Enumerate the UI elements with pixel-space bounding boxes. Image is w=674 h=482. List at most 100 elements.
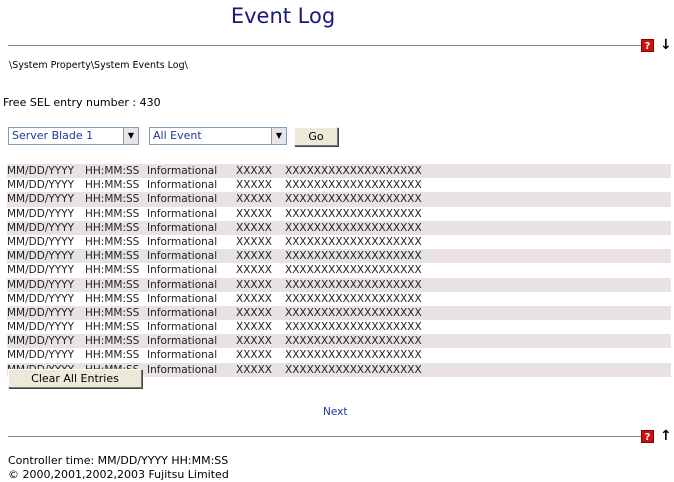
log-message: XXXXXXXXXXXXXXXXXXX — [285, 165, 422, 177]
log-message: XXXXXXXXXXXXXXXXXXX — [285, 221, 422, 234]
breadcrumb: \System Property\System Events Log\ — [9, 60, 188, 71]
log-severity: Informational — [147, 193, 218, 206]
log-severity: Informational — [147, 264, 218, 277]
log-date: MM/DD/YYYY — [7, 321, 75, 334]
log-message: XXXXXXXXXXXXXXXXXXX — [285, 278, 422, 291]
page-title: Event Log — [230, 4, 336, 28]
log-code: XXXXX — [236, 221, 272, 234]
table-row: MM/DD/YYYYHH:MM:SSInformationalXXXXXXXXX… — [7, 277, 671, 292]
log-message: XXXXXXXXXXXXXXXXXXX — [285, 292, 422, 305]
arrow-down-icon[interactable]: ↓ — [660, 38, 672, 52]
log-message: XXXXXXXXXXXXXXXXXXX — [285, 264, 422, 277]
log-severity: Informational — [147, 207, 218, 220]
log-time: HH:MM:SS — [85, 335, 140, 348]
table-row: MM/DD/YYYY HH:MM:SS Informational XXXXXXXXX… — [7, 334, 671, 349]
log-severity: Informational — [147, 292, 218, 305]
table-row: MM/DD/YYYYHH:MM:SSInformationalXXXXXXXXX… — [7, 178, 671, 192]
blade-select-value: Server Blade 1 — [12, 129, 94, 142]
log-date: MM/DD/YYYY — [7, 278, 75, 291]
table-row: MM/DD/YYYYHH:MM:SSInformationalXXXXXXXXX… — [7, 292, 671, 306]
log-code: XXXXX — [236, 207, 272, 220]
log-message: XXXXXXXXXXXXXXXXXXX — [285, 321, 422, 334]
log-time: HH:MM:SS — [85, 221, 140, 234]
log-time: HH:MM:SS — [85, 250, 140, 263]
log-time: HH:MM:SS — [85, 306, 140, 319]
log-time: HH:MM:SS — [85, 264, 140, 277]
log-severity: Informational — [147, 363, 218, 376]
table-row: MM/DD/YYYYHH:MM:SSInformationalXXXXXXXXX… — [7, 235, 671, 249]
log-code: XXXXX — [236, 179, 272, 192]
log-severity: Informational — [147, 321, 218, 334]
log-date: MM/DD/YYYY — [7, 306, 75, 319]
log-message: XXXXXXXXXXXXXXXXXXX — [285, 179, 422, 192]
log-severity: Informational — [147, 278, 218, 291]
blade-select[interactable]: Server Blade 1 ▼ — [8, 127, 139, 145]
chevron-down-icon[interactable]: ▼ — [123, 128, 138, 144]
log-time: HH:MM:SS — [85, 207, 140, 220]
log-code: XXXXX — [236, 306, 272, 319]
table-row: MM/DD/YYYY HH:MM:SS Informational XXXXXXXXX… — [7, 164, 671, 179]
log-time: HH:MM:SS — [85, 292, 140, 305]
arrow-up-icon[interactable]: ↑ — [660, 429, 672, 443]
log-code: XXXXX — [236, 292, 272, 305]
log-time: HH:MM:SS — [85, 193, 140, 206]
log-severity: Informational — [147, 179, 218, 192]
log-severity: Informational — [147, 250, 218, 263]
log-date: MM/DD/YYYY — [7, 250, 75, 263]
top-divider — [8, 45, 648, 46]
log-message: XXXXXXXXXXXXXXXXXXX — [285, 363, 422, 376]
free-sel-count: Free SEL entry number : 430 — [3, 96, 161, 109]
log-code: XXXXX — [236, 235, 272, 248]
chevron-down-icon[interactable]: ▼ — [271, 128, 286, 144]
copyright: © 2000,2001,2002,2003 Fujitsu Limited — [8, 468, 229, 481]
table-row: MM/DD/YYYYHH:MM:SSInformationalXXXXXXXXX… — [7, 348, 671, 362]
log-date: MM/DD/YYYY — [7, 349, 75, 362]
log-severity: Informational — [147, 306, 218, 319]
log-date: MM/DD/YYYY — [7, 292, 75, 305]
log-severity: Informational — [147, 335, 218, 348]
log-time: HH:MM:SS — [85, 349, 140, 362]
log-message: XXXXXXXXXXXXXXXXXXX — [285, 193, 422, 206]
table-row: MM/DD/YYYYHH:MM:SSInformationalXXXXXXXXX… — [7, 192, 671, 207]
log-severity: Informational — [147, 165, 218, 177]
table-row: MM/DD/YYYYHH:MM:SSInformationalXXXXXXXXX… — [7, 249, 671, 264]
help-icon[interactable]: ? — [641, 39, 654, 52]
log-message: XXXXXXXXXXXXXXXXXXX — [285, 250, 422, 263]
log-date: MM/DD/YYYY — [7, 221, 75, 234]
event-type-select-value: All Event — [153, 129, 202, 142]
next-link[interactable]: Next — [323, 406, 347, 418]
log-message: XXXXXXXXXXXXXXXXXXX — [285, 349, 422, 362]
table-row: MM/DD/YYYYHH:MM:SSInformationalXXXXXXXXX… — [7, 263, 671, 277]
log-code: XXXXX — [236, 349, 272, 362]
log-time: HH:MM:SS — [85, 165, 140, 177]
table-row: MM/DD/YYYYHH:MM:SSInformationalXXXXXXXXX… — [7, 320, 671, 334]
log-message: XXXXXXXXXXXXXXXXXXX — [285, 335, 422, 348]
clear-all-entries-button[interactable]: Clear All Entries — [8, 369, 142, 388]
log-time: HH:MM:SS — [85, 179, 140, 192]
log-code: XXXXX — [236, 278, 272, 291]
log-severity: Informational — [147, 235, 218, 248]
log-code: XXXXX — [236, 363, 272, 376]
controller-time: Controller time: MM/DD/YYYY HH:MM:SS — [8, 454, 229, 467]
event-type-select[interactable]: All Event ▼ — [149, 127, 287, 145]
help-icon[interactable]: ? — [641, 430, 654, 443]
bottom-divider — [8, 436, 648, 437]
log-severity: Informational — [147, 349, 218, 362]
log-code: XXXXX — [236, 321, 272, 334]
log-code: XXXXX — [236, 264, 272, 277]
log-date: MM/DD/YYYY — [7, 193, 75, 206]
table-row: MM/DD/YYYYHH:MM:SSInformationalXXXXXXXXX… — [7, 207, 671, 221]
log-time: HH:MM:SS — [85, 235, 140, 248]
log-time: HH:MM:SS — [85, 321, 140, 334]
log-code: XXXXX — [236, 193, 272, 206]
log-date: MM/DD/YYYY — [7, 207, 75, 220]
event-log-table: MM/DD/YYYY HH:MM:SS Informational XXXXX XXXX… — [7, 164, 671, 377]
log-date: MM/DD/YYYY — [7, 335, 75, 348]
log-date: MM/DD/YYYY — [7, 264, 75, 277]
go-button[interactable]: Go — [294, 127, 338, 146]
log-date: MM/DD/YYYY — [7, 235, 75, 248]
table-row: MM/DD/YYYYHH:MM:SSInformationalXXXXXXXXX… — [7, 305, 671, 321]
log-date: MM/DD/YYYY — [7, 165, 75, 177]
log-code: XXXXX — [236, 250, 272, 263]
log-date: MM/DD/YYYY — [7, 179, 75, 192]
